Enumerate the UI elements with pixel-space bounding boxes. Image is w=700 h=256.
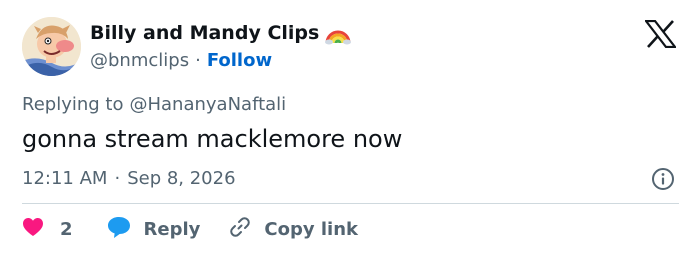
info-icon[interactable] xyxy=(651,167,675,191)
speech-bubble-icon xyxy=(106,215,132,244)
like-count: 2 xyxy=(60,218,73,240)
reply-label: Reply xyxy=(143,218,201,240)
tweet-timestamp[interactable]: 12:11 AM · Sep 8, 2026 xyxy=(22,165,236,191)
copy-link-label: Copy link xyxy=(264,218,358,240)
tweet-time: 12:11 AM xyxy=(22,167,108,189)
follow-button[interactable]: Follow xyxy=(207,50,272,71)
copy-link-button[interactable]: Copy link xyxy=(228,215,358,244)
tweet-text: gonna stream macklemore now xyxy=(22,125,403,153)
reply-button[interactable]: Reply xyxy=(106,215,201,244)
like-button[interactable]: 2 xyxy=(22,217,73,242)
timestamp-separator: · xyxy=(114,167,121,189)
heart-icon xyxy=(22,217,44,242)
divider xyxy=(22,203,679,204)
replying-to-handle[interactable]: @HananyaNaftali xyxy=(129,94,286,115)
handle-line: @bnmclips · Follow xyxy=(90,48,272,72)
handle-separator: · xyxy=(195,49,201,71)
x-logo-icon[interactable] xyxy=(643,19,678,49)
rainbow-icon xyxy=(325,21,352,45)
action-bar: 2 Reply Copy link xyxy=(22,216,358,242)
tweet-card: Billy and Mandy Clips @bnmclips · Follow… xyxy=(0,0,700,256)
author-line: Billy and Mandy Clips xyxy=(90,21,352,45)
replying-to-label: Replying to xyxy=(22,93,124,115)
link-icon xyxy=(228,215,252,244)
author-handle[interactable]: @bnmclips xyxy=(90,50,189,71)
avatar[interactable] xyxy=(22,17,81,76)
author-name[interactable]: Billy and Mandy Clips xyxy=(90,22,319,44)
replying-to: Replying to @HananyaNaftali xyxy=(22,92,286,116)
tweet-date: Sep 8, 2026 xyxy=(127,167,236,189)
